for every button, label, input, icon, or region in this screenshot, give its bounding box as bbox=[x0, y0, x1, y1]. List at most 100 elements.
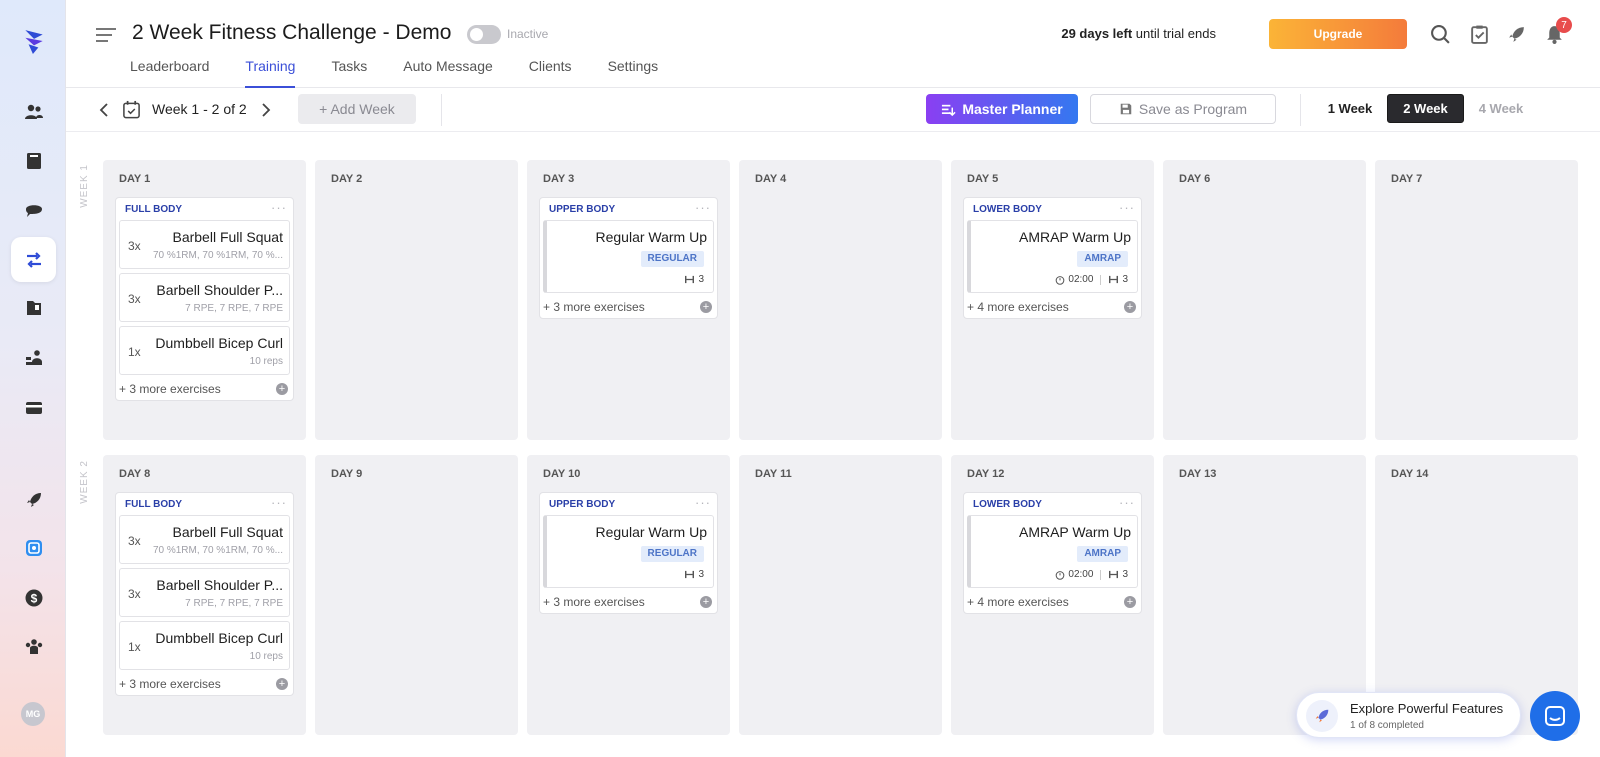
more-exercises-row[interactable]: + 3 more exercises + bbox=[116, 674, 293, 695]
one-week-view-button[interactable]: 1 Week bbox=[1318, 94, 1382, 123]
exercise-item[interactable]: AMRAP Warm Up AMRAP 02:00 3 bbox=[967, 220, 1138, 293]
more-exercises-row[interactable]: + 3 more exercises + bbox=[540, 297, 717, 318]
tab-training[interactable]: Training bbox=[245, 57, 296, 88]
logo-icon[interactable] bbox=[11, 18, 56, 63]
training-icon[interactable] bbox=[11, 237, 56, 282]
more-exercises-link[interactable]: + 3 more exercises bbox=[543, 300, 645, 314]
more-exercises-link[interactable]: + 3 more exercises bbox=[119, 382, 221, 396]
two-week-view-button[interactable]: 2 Week bbox=[1387, 94, 1464, 123]
more-exercises-link[interactable]: + 3 more exercises bbox=[119, 677, 221, 691]
dumbbell-icon bbox=[1109, 275, 1119, 284]
chat-icon[interactable] bbox=[11, 187, 56, 232]
add-exercise-icon[interactable]: + bbox=[700, 596, 712, 608]
tab-bar: Leaderboard Training Tasks Auto Message … bbox=[130, 57, 676, 88]
clients-icon[interactable] bbox=[11, 89, 56, 134]
day-cell[interactable]: DAY 2 bbox=[315, 160, 518, 440]
tab-tasks[interactable]: Tasks bbox=[313, 57, 385, 88]
more-exercises-link[interactable]: + 3 more exercises bbox=[543, 595, 645, 609]
more-options-icon[interactable]: ··· bbox=[271, 200, 287, 215]
tab-auto-message[interactable]: Auto Message bbox=[385, 57, 511, 88]
exercise-item[interactable]: AMRAP Warm Up AMRAP 02:00 3 bbox=[967, 515, 1138, 588]
support-chat-button[interactable] bbox=[1530, 691, 1580, 741]
community-icon[interactable] bbox=[11, 624, 56, 669]
active-toggle[interactable] bbox=[467, 25, 501, 44]
exercise-item[interactable]: 3x Barbell Shoulder P... 7 RPE, 7 RPE, 7… bbox=[119, 568, 290, 617]
upgrade-button[interactable]: Upgrade bbox=[1269, 19, 1407, 49]
exercise-item[interactable]: 3x Barbell Full Squat 70 %1RM, 70 %1RM, … bbox=[119, 220, 290, 269]
exercise-name: AMRAP Warm Up bbox=[1018, 524, 1131, 540]
workout-card[interactable]: UPPER BODY ··· Regular Warm Up REGULAR 3… bbox=[539, 197, 718, 319]
more-options-icon[interactable]: ··· bbox=[695, 200, 711, 215]
day-cell[interactable]: DAY 8 FULL BODY ··· 3x Barbell Full Squa… bbox=[103, 455, 306, 735]
exercise-item[interactable]: 1x Dumbbell Bicep Curl 10 reps bbox=[119, 326, 290, 375]
sidebar: $ MG bbox=[0, 0, 66, 757]
save-as-program-button[interactable]: Save as Program bbox=[1090, 94, 1276, 124]
workout-card[interactable]: FULL BODY ··· 3x Barbell Full Squat 70 %… bbox=[115, 197, 294, 401]
hamburger-menu-icon[interactable] bbox=[96, 26, 116, 44]
tab-clients[interactable]: Clients bbox=[511, 57, 590, 88]
team-icon[interactable] bbox=[11, 335, 56, 380]
exercise-item[interactable]: Regular Warm Up REGULAR 3 bbox=[543, 220, 714, 293]
workout-card-header: FULL BODY ··· bbox=[116, 493, 293, 515]
payment-card-icon[interactable] bbox=[11, 385, 56, 430]
day-cell[interactable]: DAY 7 bbox=[1375, 160, 1578, 440]
more-options-icon[interactable]: ··· bbox=[271, 495, 287, 510]
page-header: 2 Week Fitness Challenge - Demo Inactive… bbox=[66, 0, 1600, 88]
exercise-type-badge: REGULAR bbox=[640, 251, 704, 267]
workout-card[interactable]: UPPER BODY ··· Regular Warm Up REGULAR 3… bbox=[539, 492, 718, 614]
more-exercises-link[interactable]: + 4 more exercises bbox=[967, 300, 1069, 314]
add-week-button[interactable]: + Add Week bbox=[298, 94, 416, 124]
exercise-item[interactable]: 1x Dumbbell Bicep Curl 10 reps bbox=[119, 621, 290, 670]
task-check-icon[interactable] bbox=[1467, 22, 1491, 46]
day-label: DAY 11 bbox=[755, 468, 792, 480]
avatar[interactable]: MG bbox=[21, 702, 45, 726]
explore-features-widget[interactable]: Explore Powerful Features 1 of 8 complet… bbox=[1296, 692, 1521, 738]
day-cell[interactable]: DAY 9 bbox=[315, 455, 518, 735]
app-icon[interactable] bbox=[11, 525, 56, 570]
day-cell[interactable]: DAY 11 bbox=[739, 455, 942, 735]
exercise-item[interactable]: Regular Warm Up REGULAR 3 bbox=[543, 515, 714, 588]
rocket-icon[interactable] bbox=[1504, 22, 1528, 46]
tab-leaderboard[interactable]: Leaderboard bbox=[130, 57, 227, 88]
four-week-view-button[interactable]: 4 Week bbox=[1468, 94, 1534, 123]
search-icon[interactable] bbox=[1428, 22, 1452, 46]
chevron-left-icon[interactable] bbox=[96, 101, 114, 119]
more-exercises-row[interactable]: + 4 more exercises + bbox=[964, 297, 1141, 318]
master-planner-button[interactable]: Master Planner bbox=[926, 94, 1078, 124]
workout-card-header: FULL BODY ··· bbox=[116, 198, 293, 220]
add-exercise-icon[interactable]: + bbox=[1124, 301, 1136, 313]
more-exercises-link[interactable]: + 4 more exercises bbox=[967, 595, 1069, 609]
library-icon[interactable] bbox=[11, 138, 56, 183]
day-cell[interactable]: DAY 5 LOWER BODY ··· AMRAP Warm Up AMRAP… bbox=[951, 160, 1154, 440]
rocket-icon[interactable] bbox=[11, 477, 56, 522]
more-options-icon[interactable]: ··· bbox=[1119, 495, 1135, 510]
exercise-name: Dumbbell Bicep Curl bbox=[155, 630, 283, 646]
day-cell[interactable]: DAY 3 UPPER BODY ··· Regular Warm Up REG… bbox=[527, 160, 730, 440]
tab-settings[interactable]: Settings bbox=[590, 57, 677, 88]
chevron-right-icon[interactable] bbox=[256, 101, 274, 119]
add-exercise-icon[interactable]: + bbox=[276, 383, 288, 395]
more-exercises-row[interactable]: + 3 more exercises + bbox=[540, 592, 717, 613]
add-exercise-icon[interactable]: + bbox=[1124, 596, 1136, 608]
day-cell[interactable]: DAY 12 LOWER BODY ··· AMRAP Warm Up AMRA… bbox=[951, 455, 1154, 735]
bell-icon[interactable]: 7 bbox=[1542, 17, 1572, 46]
exercise-item[interactable]: 3x Barbell Full Squat 70 %1RM, 70 %1RM, … bbox=[119, 515, 290, 564]
exercise-item[interactable]: 3x Barbell Shoulder P... 7 RPE, 7 RPE, 7… bbox=[119, 273, 290, 322]
day-cell[interactable]: DAY 10 UPPER BODY ··· Regular Warm Up RE… bbox=[527, 455, 730, 735]
more-exercises-row[interactable]: + 4 more exercises + bbox=[964, 592, 1141, 613]
workout-card[interactable]: LOWER BODY ··· AMRAP Warm Up AMRAP 02:00… bbox=[963, 197, 1142, 319]
calendar-icon[interactable] bbox=[122, 100, 141, 119]
workout-card[interactable]: LOWER BODY ··· AMRAP Warm Up AMRAP 02:00… bbox=[963, 492, 1142, 614]
add-exercise-icon[interactable]: + bbox=[700, 301, 712, 313]
day-cell[interactable]: DAY 4 bbox=[739, 160, 942, 440]
more-options-icon[interactable]: ··· bbox=[695, 495, 711, 510]
folder-icon[interactable] bbox=[11, 285, 56, 330]
more-options-icon[interactable]: ··· bbox=[1119, 200, 1135, 215]
workout-card[interactable]: FULL BODY ··· 3x Barbell Full Squat 70 %… bbox=[115, 492, 294, 696]
exercise-name: Barbell Full Squat bbox=[172, 229, 283, 245]
day-cell[interactable]: DAY 1 FULL BODY ··· 3x Barbell Full Squa… bbox=[103, 160, 306, 440]
dollar-icon[interactable]: $ bbox=[11, 575, 56, 620]
more-exercises-row[interactable]: + 3 more exercises + bbox=[116, 379, 293, 400]
add-exercise-icon[interactable]: + bbox=[276, 678, 288, 690]
day-cell[interactable]: DAY 6 bbox=[1163, 160, 1366, 440]
